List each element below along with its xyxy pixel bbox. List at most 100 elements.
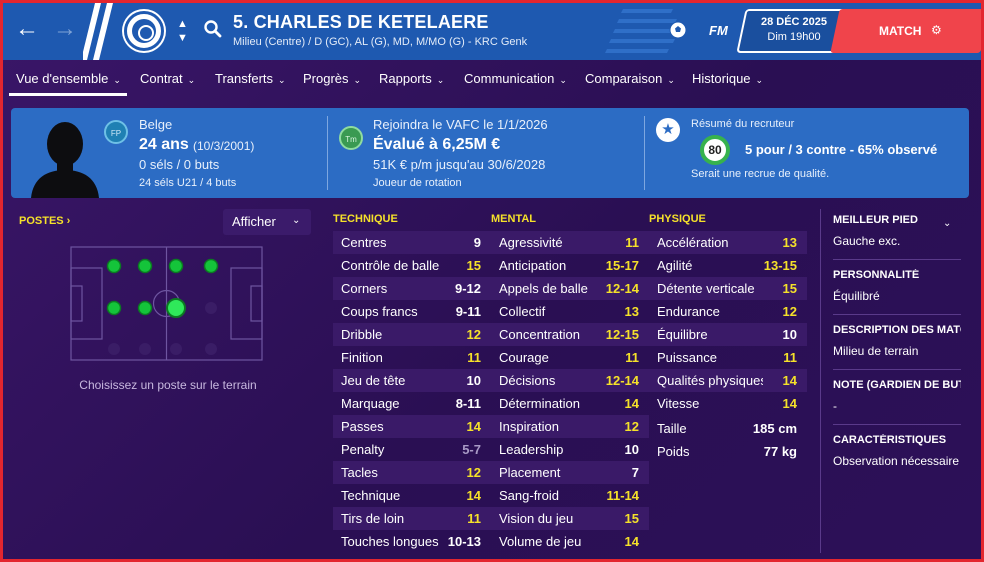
attribute-row[interactable]: Touches longues 10-13 bbox=[333, 530, 491, 553]
height-value: 185 cm bbox=[752, 421, 797, 436]
attribute-label: Jeu de tête bbox=[341, 373, 406, 388]
tab-overview[interactable]: Vue d'ensemble ⌄ bbox=[9, 71, 127, 96]
tab-progress[interactable]: Progrès ⌄ bbox=[303, 71, 361, 86]
chevron-down-icon: ⌄ bbox=[559, 75, 567, 85]
club-badge-icon[interactable] bbox=[124, 11, 164, 51]
attribute-row[interactable]: Placement 7 bbox=[491, 461, 649, 484]
attribute-row[interactable]: Corners 9-12 bbox=[333, 277, 491, 300]
attribute-row[interactable]: Jeu de tête 10 bbox=[333, 369, 491, 392]
international-caps: 0 séls / 0 buts bbox=[139, 157, 220, 172]
attribute-value: 14 bbox=[624, 534, 639, 549]
attribute-row[interactable]: Passes 14 bbox=[333, 415, 491, 438]
attribute-label: Concentration bbox=[499, 327, 580, 342]
wage: 51K € p/m jusqu'au 30/6/2028 bbox=[373, 157, 546, 172]
attribute-label: Agressivité bbox=[499, 235, 563, 250]
attribute-row[interactable]: Accélération 13 bbox=[649, 231, 807, 254]
tab-bar: Vue d'ensemble ⌄ Contrat ⌄ Transferts ⌄ Pro… bbox=[3, 61, 981, 97]
current-date: 28 DÉC 2025 bbox=[760, 16, 828, 28]
attribute-row[interactable]: Leadership 10 bbox=[491, 438, 649, 461]
attribute-row[interactable]: Détente verticale 15 bbox=[649, 277, 807, 300]
display-dropdown-label[interactable]: Afficher bbox=[232, 214, 276, 229]
positions-link[interactable]: POSTES › bbox=[19, 215, 70, 227]
birth-date: (10/3/2001) bbox=[193, 139, 255, 153]
attribute-value: 13 bbox=[624, 304, 639, 319]
football-icon[interactable] bbox=[668, 20, 688, 40]
attribute-label: Équilibre bbox=[657, 327, 708, 342]
attribute-label: Technique bbox=[341, 488, 401, 503]
weight-row: Poids 77 kg bbox=[649, 440, 807, 463]
nationality: Belge bbox=[139, 117, 173, 132]
attribute-row[interactable]: Collectif 13 bbox=[491, 300, 649, 323]
tab-contract[interactable]: Contrat ⌄ bbox=[140, 71, 195, 86]
attribute-row[interactable]: Décisions 12-14 bbox=[491, 369, 649, 392]
attribute-row[interactable]: Concentration 12-15 bbox=[491, 323, 649, 346]
chevron-down-icon: ⌄ bbox=[755, 75, 764, 85]
attribute-row[interactable]: Appels de balle 12-14 bbox=[491, 277, 649, 300]
scout-summary-title: Résumé du recruteur bbox=[691, 118, 795, 130]
top-bar: ← → ▲ ▼ 5. CHARLES DE KETELAERE Milieu (C… bbox=[3, 3, 981, 60]
attribute-row[interactable]: Tacles 12 bbox=[333, 461, 491, 484]
goalkeeper-rating-section: NOTE (GARDIEN DE BUT) - bbox=[833, 379, 963, 415]
attribute-value: 8-11 bbox=[455, 396, 481, 411]
attribute-row[interactable]: Penalty 5-7 bbox=[333, 438, 491, 461]
personality-title: PERSONNALITÉ bbox=[833, 269, 920, 281]
attribute-value: 12 bbox=[466, 327, 481, 342]
attribute-value: 10 bbox=[466, 373, 481, 388]
back-arrow-icon[interactable]: ← bbox=[15, 17, 39, 41]
search-icon[interactable] bbox=[203, 19, 223, 39]
attribute-row[interactable]: Vitesse 14 bbox=[649, 392, 807, 415]
attribute-row[interactable]: Marquage 8-11 bbox=[333, 392, 491, 415]
match-description-section: DESCRIPTION DES MATCHS Milieu de terrain bbox=[833, 324, 963, 360]
attribute-row[interactable]: Sang-froid 11-14 bbox=[491, 484, 649, 507]
player-switch-chevrons-icon[interactable]: ▲ ▼ bbox=[177, 17, 188, 45]
attribute-row[interactable]: Détermination 14 bbox=[491, 392, 649, 415]
tab-reports[interactable]: Rapports ⌄ bbox=[379, 71, 444, 86]
attribute-row[interactable]: Inspiration 12 bbox=[491, 415, 649, 438]
best-foot-value: Gauche exc. bbox=[833, 234, 901, 248]
attribute-label: Vitesse bbox=[657, 396, 700, 411]
forward-arrow-icon[interactable]: → bbox=[53, 17, 77, 41]
attribute-label: Anticipation bbox=[499, 258, 567, 273]
personality-value: Équilibré bbox=[833, 289, 880, 303]
date-display[interactable]: 28 DÉC 2025 Dim 19h00 bbox=[747, 15, 841, 45]
attribute-row[interactable]: Anticipation 15-17 bbox=[491, 254, 649, 277]
fm-logo[interactable]: FM bbox=[709, 23, 728, 38]
attribute-value: 14 bbox=[782, 396, 797, 411]
attribute-label: Centres bbox=[341, 235, 387, 250]
attribute-row[interactable]: Agressivité 11 bbox=[491, 231, 649, 254]
position-pitch[interactable] bbox=[70, 246, 263, 361]
match-button-label[interactable]: MATCH bbox=[879, 24, 921, 38]
attribute-value: 11 bbox=[625, 350, 639, 365]
attribute-row[interactable]: Technique 14 bbox=[333, 484, 491, 507]
attribute-row[interactable]: Courage 11 bbox=[491, 346, 649, 369]
attribute-row[interactable]: Centres 9 bbox=[333, 231, 491, 254]
attribute-row[interactable]: Volume de jeu 14 bbox=[491, 530, 649, 553]
attribute-row[interactable]: Tirs de loin 11 bbox=[333, 507, 491, 530]
pitch-hint: Choisissez un poste sur le terrain bbox=[79, 378, 257, 392]
chevron-down-icon[interactable]: ⌄ bbox=[292, 215, 300, 226]
attribute-label: Appels de balle bbox=[499, 281, 588, 296]
attribute-row[interactable]: Coups francs 9-11 bbox=[333, 300, 491, 323]
best-foot-title: MEILLEUR PIED bbox=[833, 214, 918, 226]
attribute-row[interactable]: Équilibre 10 bbox=[649, 323, 807, 346]
attribute-row[interactable]: Finition 11 bbox=[333, 346, 491, 369]
tab-transfers[interactable]: Transferts ⌄ bbox=[215, 71, 286, 86]
attribute-row[interactable]: Contrôle de balle 15 bbox=[333, 254, 491, 277]
gear-icon[interactable]: ⚙ bbox=[931, 23, 942, 37]
attribute-value: 10 bbox=[624, 442, 639, 457]
attribute-row[interactable]: Dribble 12 bbox=[333, 323, 491, 346]
attribute-row[interactable]: Qualités physiques 14 bbox=[649, 369, 807, 392]
nationality-flag-icon[interactable]: FP bbox=[104, 120, 128, 144]
tab-comparison[interactable]: Comparaison ⌄ bbox=[585, 71, 675, 86]
scout-rating[interactable]: 80 bbox=[700, 135, 730, 165]
attribute-label: Touches longues bbox=[341, 534, 439, 549]
attribute-row[interactable]: Agilité 13-15 bbox=[649, 254, 807, 277]
attribute-value: 13 bbox=[782, 235, 797, 250]
player-silhouette-avatar[interactable] bbox=[29, 116, 101, 198]
tab-history[interactable]: Historique ⌄ bbox=[692, 71, 763, 86]
attribute-row[interactable]: Endurance 12 bbox=[649, 300, 807, 323]
tab-communication[interactable]: Communication ⌄ bbox=[464, 71, 567, 86]
attribute-row[interactable]: Vision du jeu 15 bbox=[491, 507, 649, 530]
club-badge-small-icon[interactable]: Tm bbox=[339, 126, 363, 150]
attribute-row[interactable]: Puissance 11 bbox=[649, 346, 807, 369]
